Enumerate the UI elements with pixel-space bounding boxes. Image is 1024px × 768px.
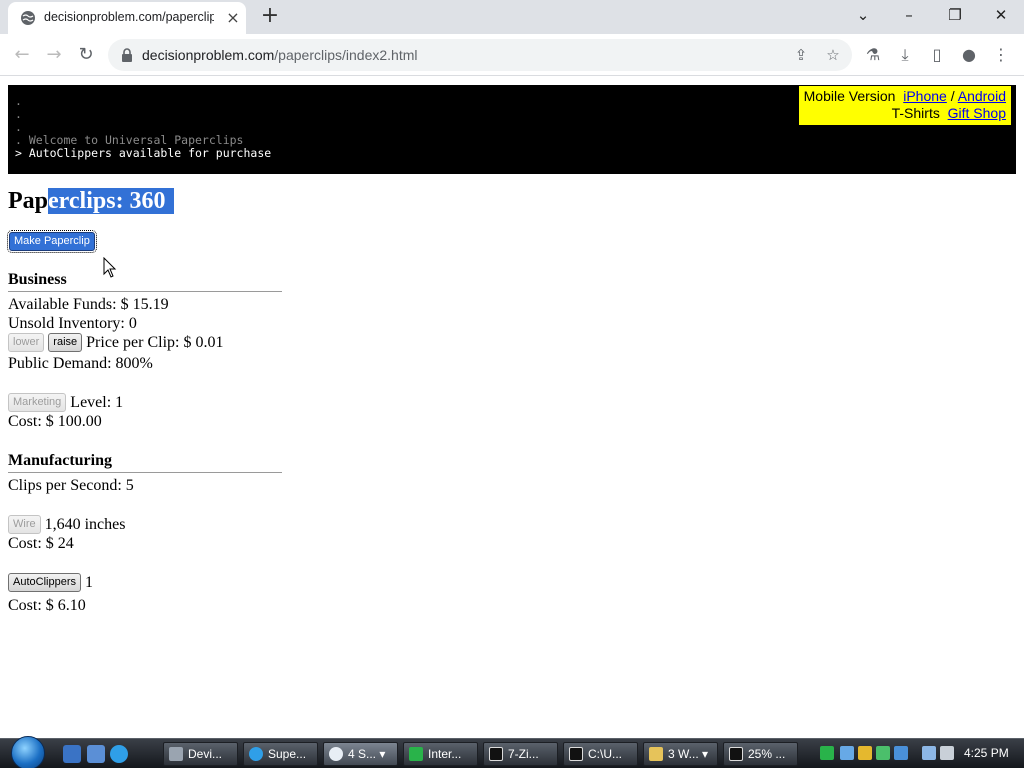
taskbar-item[interactable]: Devi...	[163, 742, 238, 766]
new-tab-button[interactable]: +	[258, 4, 282, 28]
link-separator: /	[950, 88, 955, 104]
reload-button[interactable]: ↻	[71, 40, 101, 70]
marketing-cost: Cost: $ 100.00	[8, 413, 102, 430]
public-demand: Public Demand: 800%	[8, 355, 153, 372]
autoclippers-count: 1	[84, 574, 93, 591]
ie-icon	[249, 747, 263, 761]
menu-kebab-icon[interactable]: ⋮	[990, 44, 1012, 66]
make-paperclip-button[interactable]: Make Paperclip	[7, 230, 97, 253]
taskbar-item[interactable]: Inter...	[403, 742, 478, 766]
browser-tab-bar: decisionproblem.com/paperclips/index2.ht…	[0, 0, 1024, 34]
download-icon[interactable]: ⤓	[894, 44, 916, 66]
clips-per-second: Clips per Second: 5	[8, 477, 134, 494]
lower-price-button[interactable]: lower	[8, 333, 45, 352]
manufacturing-section: Manufacturing Clips per Second: 5 Wire 1…	[8, 451, 282, 615]
unsold-inventory: Unsold Inventory: 0	[8, 315, 137, 332]
taskbar-item[interactable]: Supe...	[243, 742, 318, 766]
forward-button[interactable]: →	[39, 40, 69, 70]
taskbar-clock[interactable]: 4:25 PM	[964, 746, 1009, 760]
tray-volume-icon[interactable]	[940, 746, 954, 760]
marketing-button[interactable]: Marketing	[8, 393, 67, 412]
close-window-button[interactable]: ✕	[978, 0, 1024, 30]
raise-price-button[interactable]: raise	[48, 333, 83, 352]
url-text: decisionproblem.com/paperclips/index2.ht…	[142, 47, 418, 63]
show-desktop-icon[interactable]	[63, 745, 81, 763]
buy-wire-button[interactable]: Wire	[8, 515, 41, 534]
buy-autoclippers-button[interactable]: AutoClippers	[8, 573, 81, 592]
gift-shop-link[interactable]: Gift Shop	[948, 105, 1006, 121]
profile-avatar-icon[interactable]: ●	[958, 44, 980, 66]
wire-row: Wire 1,640 inches	[8, 515, 282, 534]
message-console: . . . . Welcome to Universal Paperclips …	[8, 85, 1016, 174]
tshirts-label: T-Shirts	[891, 105, 940, 121]
business-title: Business	[8, 270, 282, 292]
close-tab-icon[interactable]: ×	[224, 9, 242, 27]
android-link[interactable]: Android	[958, 88, 1006, 104]
side-panel-icon[interactable]: ▯	[926, 44, 948, 66]
console-current-line: > AutoClippers available for purchase	[15, 146, 272, 160]
globe-icon	[21, 11, 35, 25]
tray-monitor-icon[interactable]	[922, 746, 936, 760]
iphone-link[interactable]: iPhone	[903, 88, 947, 104]
share-icon[interactable]: ⇪	[792, 46, 810, 64]
tray-network-icon[interactable]	[840, 746, 854, 760]
wire-amount: 1,640 inches	[44, 516, 126, 533]
price-per-clip: Price per Clip: $ 0.01	[86, 334, 224, 351]
browser-tab[interactable]: decisionproblem.com/paperclips/index2.ht…	[8, 2, 246, 34]
flag-icon	[409, 747, 423, 761]
address-bar[interactable]: decisionproblem.com/paperclips/index2.ht…	[108, 39, 852, 71]
business-section: Business Available Funds: $ 15.19 Unsold…	[8, 270, 282, 431]
mobile-version-label: Mobile Version	[803, 88, 896, 104]
device-manager-icon	[169, 747, 183, 761]
internet-explorer-icon[interactable]	[110, 745, 128, 763]
promo-box: Mobile Version iPhone / Android T-Shirts…	[799, 86, 1011, 125]
browser-toolbar: ← → ↻ decisionproblem.com/paperclips/ind…	[0, 34, 1024, 76]
back-button[interactable]: ←	[7, 40, 37, 70]
labs-flask-icon[interactable]: ⚗	[862, 44, 884, 66]
available-funds: Available Funds: $ 15.19	[8, 296, 169, 313]
tray-flag-icon[interactable]	[820, 746, 834, 760]
wire-cost: Cost: $ 24	[8, 535, 74, 552]
marketing-row: Marketing Level: 1	[8, 393, 282, 412]
autoclippers-cost: Cost: $ 6.10	[8, 597, 86, 614]
folder-icon	[649, 747, 663, 761]
tray-app-icon[interactable]	[894, 746, 908, 760]
tab-search-icon[interactable]: ⌄	[840, 0, 886, 30]
bookmark-star-icon[interactable]: ☆	[824, 46, 842, 64]
selected-text: erclips: 360	[48, 188, 174, 214]
window-switcher-icon[interactable]	[87, 745, 105, 763]
tab-title: decisionproblem.com/paperclips/index2.ht…	[44, 10, 214, 24]
taskbar-item[interactable]: 4 S... ▾	[323, 742, 398, 766]
lock-icon	[122, 48, 132, 62]
7zip-icon	[729, 747, 743, 761]
paperclip-count-heading: Paperclips: 360	[8, 186, 174, 216]
minimize-button[interactable]: –	[886, 0, 932, 30]
autoclippers-row: AutoClippers 1	[8, 573, 282, 596]
taskbar: Devi... Supe... 4 S... ▾ Inter... 7-Zi..…	[0, 736, 1024, 768]
restore-button[interactable]: ❐	[932, 0, 978, 30]
taskbar-item[interactable]: 3 W... ▾	[643, 742, 718, 766]
price-row: lower raise Price per Clip: $ 0.01	[8, 333, 282, 354]
tray-app-icon[interactable]	[876, 746, 890, 760]
marketing-level: Level: 1	[70, 394, 124, 411]
taskbar-item[interactable]: 25% ...	[723, 742, 798, 766]
chrome-icon	[329, 747, 343, 761]
7zip-icon	[489, 747, 503, 761]
start-button[interactable]	[11, 736, 45, 768]
tray-security-icon[interactable]	[858, 746, 872, 760]
taskbar-item[interactable]: C:\U...	[563, 742, 638, 766]
manufacturing-title: Manufacturing	[8, 451, 282, 473]
taskbar-item[interactable]: 7-Zi...	[483, 742, 558, 766]
7zip-icon	[569, 747, 583, 761]
